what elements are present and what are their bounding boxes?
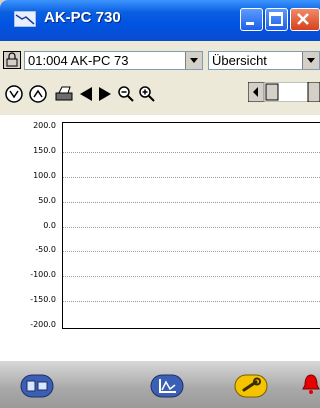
minimize-button[interactable] <box>240 8 263 31</box>
grid-line <box>63 301 320 302</box>
y-tick-label: 200.0 <box>33 121 56 130</box>
controller-icon[interactable] <box>20 374 54 398</box>
y-tick-label: -50.0 <box>35 245 56 254</box>
minimize-icon <box>246 22 254 25</box>
refresh-all-icon[interactable] <box>4 84 24 104</box>
y-tick-label: 50.0 <box>38 196 56 205</box>
y-tick-label: -150.0 <box>30 295 56 304</box>
zoom-in-icon[interactable] <box>138 85 156 103</box>
service-wrench-icon[interactable] <box>234 374 268 398</box>
grid-line <box>63 177 320 178</box>
plot-frame <box>62 122 320 329</box>
zoom-out-icon[interactable] <box>117 85 135 103</box>
window-title: AK-PC 730 <box>44 9 121 26</box>
close-icon <box>297 13 309 25</box>
chevron-down-icon[interactable] <box>185 52 202 69</box>
close-button[interactable] <box>290 8 320 31</box>
grid-line <box>63 227 320 228</box>
refresh-icon[interactable] <box>28 84 48 104</box>
app-window: AK-PC 730 01:004 AK-PC 73 Übersicht 200.… <box>0 0 320 408</box>
lock-icon <box>6 52 18 67</box>
maximize-button[interactable] <box>265 8 288 31</box>
printer-icon[interactable] <box>53 84 75 104</box>
alarm-bell-icon[interactable] <box>302 372 320 398</box>
maximize-icon <box>269 12 283 26</box>
view-select[interactable]: Übersicht <box>208 51 320 70</box>
refrigeration-controller-icon <box>14 11 36 27</box>
device-select[interactable]: 01:004 AK-PC 73 <box>24 51 203 70</box>
y-tick-label: 0.0 <box>43 221 56 230</box>
lock-button[interactable] <box>3 51 21 69</box>
y-tick-label: -100.0 <box>30 270 56 279</box>
grid-line <box>63 251 320 252</box>
device-select-value: 01:004 AK-PC 73 <box>28 53 129 68</box>
grid-line <box>63 276 320 277</box>
chart-icon[interactable] <box>150 374 184 398</box>
time-scrollbar[interactable] <box>248 82 320 102</box>
grid-line <box>63 202 320 203</box>
scroll-left-icon[interactable] <box>78 85 94 103</box>
chevron-down-icon[interactable] <box>302 52 319 69</box>
grid-line <box>63 152 320 153</box>
scroll-right-icon[interactable] <box>97 85 113 103</box>
view-select-value: Übersicht <box>212 53 267 68</box>
y-tick-label: 150.0 <box>33 146 56 155</box>
y-tick-label: 100.0 <box>33 171 56 180</box>
y-tick-label: -200.0 <box>30 320 56 329</box>
